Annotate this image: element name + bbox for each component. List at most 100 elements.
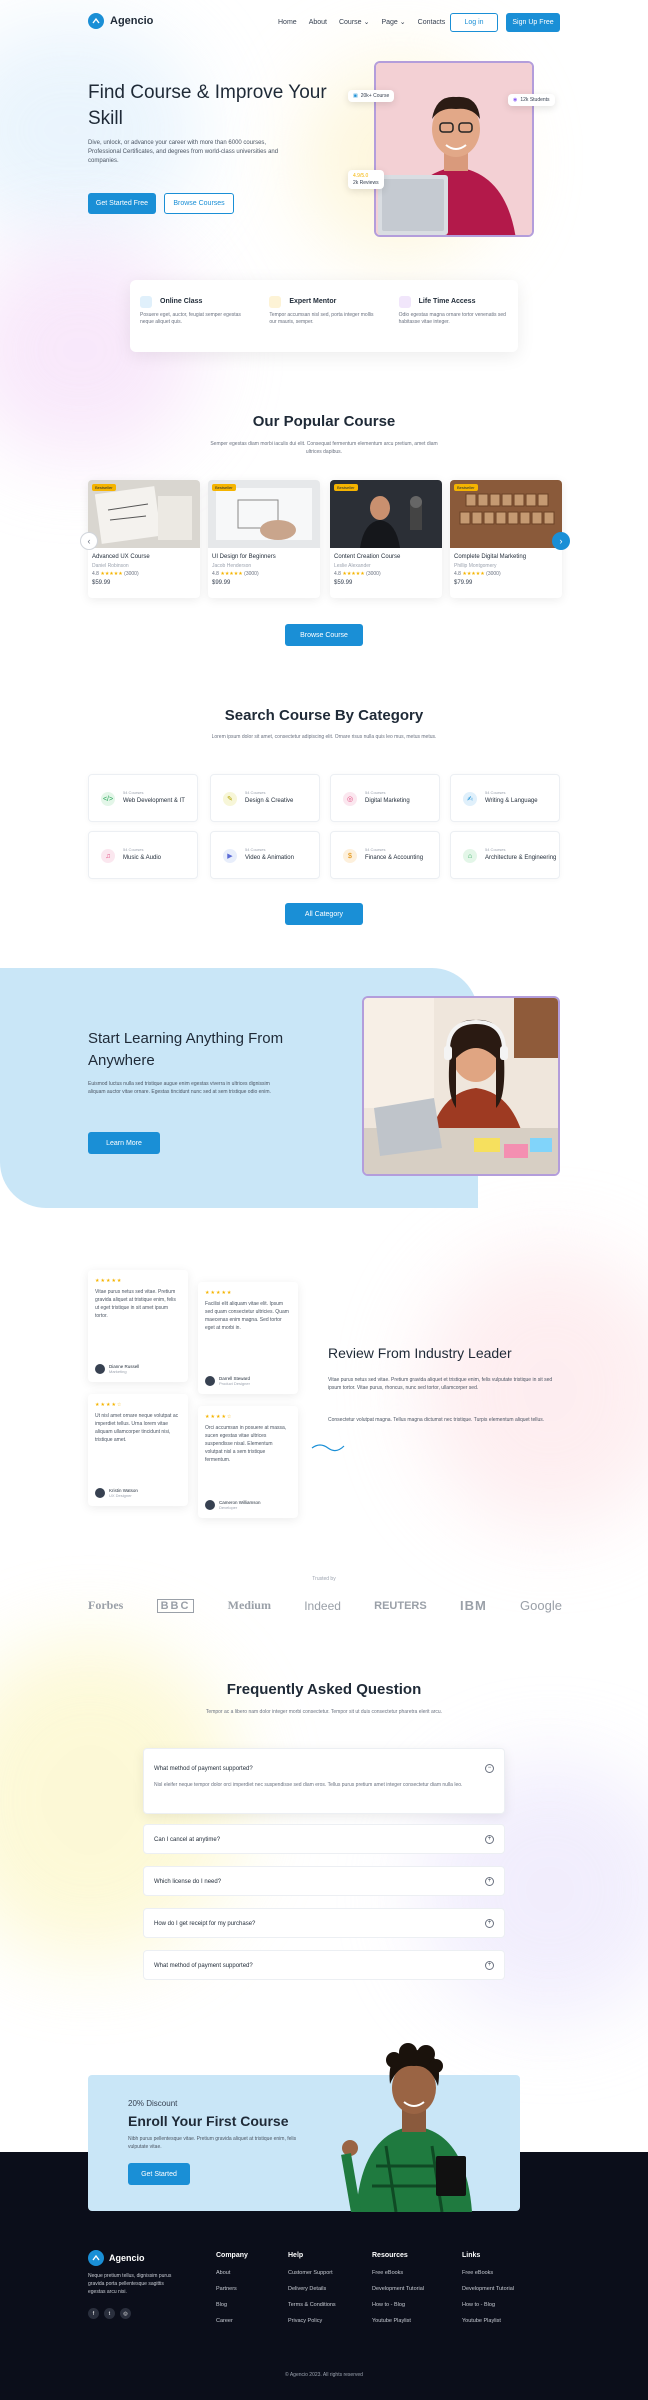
category-card[interactable]: ✍ 54 Courses Writing & Language: [450, 774, 560, 822]
reviews-desc: Vitae purus netus sed vitae. Pretium gra…: [328, 1377, 553, 1391]
nav-link-course[interactable]: Course ⌄: [339, 18, 369, 27]
plus-icon[interactable]: +: [485, 1919, 494, 1928]
learn-more-button[interactable]: Learn More: [88, 1132, 160, 1154]
infinity-icon: [398, 296, 411, 308]
carousel-next-button[interactable]: ›: [552, 532, 570, 550]
features-card: Online Class Posuere eget, auctor, feugi…: [130, 280, 518, 352]
footer-link[interactable]: How to - Blog: [462, 2302, 495, 2308]
category-card[interactable]: ◎ 54 Courses Digital Marketing: [330, 774, 440, 822]
bestseller-badge: Bestseller: [212, 484, 236, 491]
footer-link[interactable]: About: [216, 2270, 230, 2276]
footer-logo[interactable]: Agencio: [88, 2250, 145, 2266]
music-icon: ♫: [101, 849, 115, 863]
faq-item[interactable]: Can I cancel at anytime? +: [143, 1824, 505, 1854]
signup-button[interactable]: Sign Up Free: [506, 13, 560, 32]
footer-link[interactable]: Customer Support: [288, 2270, 333, 2276]
category-count: 54 Courses: [365, 790, 386, 795]
get-started-button[interactable]: Get Started Free: [88, 193, 156, 214]
all-category-button[interactable]: All Category: [285, 903, 363, 925]
footer-link[interactable]: Development Tutorial: [372, 2286, 424, 2292]
category-count: 54 Courses: [365, 847, 386, 852]
nav-link-page[interactable]: Page ⌄: [381, 18, 405, 27]
course-card[interactable]: Bestseller Content Creation Course Lesli…: [330, 480, 442, 598]
footer-link[interactable]: Privacy Policy: [288, 2318, 322, 2324]
footer-link[interactable]: Career: [216, 2318, 233, 2324]
footer-link[interactable]: Blog: [216, 2302, 227, 2308]
footer-link[interactable]: Youtube Playlist: [372, 2318, 411, 2324]
faq-item[interactable]: Which license do I need? +: [143, 1866, 505, 1896]
footer-link[interactable]: Free eBooks: [372, 2270, 403, 2276]
review-card: ★★★★☆ Orci accumsan in posuere at massa,…: [198, 1406, 298, 1518]
category-card[interactable]: $54 Courses Finance & Accounting: [330, 831, 440, 879]
partner-logos: Forbes BBC Medium Indeed REUTERS IBM Goo…: [88, 1598, 562, 1613]
course-rating: 4.8 ★★★★★ (3000): [212, 571, 316, 577]
footer-link[interactable]: Partners: [216, 2286, 237, 2292]
plus-icon[interactable]: +: [485, 1961, 494, 1970]
category-section-title: Search Course By Category: [224, 707, 424, 724]
nav-link-about[interactable]: About: [309, 18, 327, 26]
category-card[interactable]: ▶ 54 Courses Video & Animation: [210, 831, 320, 879]
course-author: Leslie Alexander: [334, 563, 371, 569]
nav-link-home[interactable]: Home: [278, 18, 297, 26]
category-card[interactable]: ⌂ 54 Courses Architecture & Engineering: [450, 831, 560, 879]
course-rating: 4.8 ★★★★★ (3000): [92, 571, 196, 577]
instagram-icon[interactable]: ◎: [120, 2308, 131, 2319]
minus-icon[interactable]: −: [485, 1764, 494, 1773]
reviews-title: Review From Industry Leader: [328, 1345, 512, 1361]
feature-desc: Odio egestas magna ornare tortor venenat…: [398, 312, 506, 325]
browse-course-button[interactable]: Browse Course: [285, 624, 363, 646]
footer-link[interactable]: How to - Blog: [372, 2302, 405, 2308]
login-button[interactable]: Log in: [450, 13, 498, 32]
reviewer-role: Developer: [219, 1505, 238, 1510]
review-count: (3000): [486, 571, 501, 577]
book-icon: ▣: [353, 93, 358, 99]
course-card[interactable]: Bestseller UI Design for Beginners Jacob…: [208, 480, 320, 598]
forbes-logo: Forbes: [88, 1598, 124, 1612]
footer-link[interactable]: Free eBooks: [462, 2270, 493, 2276]
brand-name: Agencio: [110, 15, 154, 27]
ibm-logo: IBM: [459, 1598, 487, 1613]
popular-section-title: Our Popular Course: [252, 413, 396, 430]
student-count-badge: ◉ 12k Students: [508, 94, 555, 106]
course-title: Content Creation Course: [334, 554, 401, 560]
faq-item[interactable]: What method of payment supported? +: [143, 1950, 505, 1980]
course-card[interactable]: Bestseller Advanced UX Course Daniel Rob…: [88, 480, 200, 598]
reviewer: Dianne Russell Marketing: [95, 1364, 139, 1374]
course-price: $79.99: [454, 580, 473, 586]
faq-item[interactable]: How do I get receipt for my purchase? +: [143, 1908, 505, 1938]
star-icon: ★★★★★: [100, 571, 123, 577]
enroll-get-started-button[interactable]: Get Started: [128, 2163, 190, 2185]
category-card[interactable]: ✎ 54 Courses Design & Creative: [210, 774, 320, 822]
feature-lifetime-access: Life Time Access Odio egestas magna orna…: [389, 280, 518, 352]
student-count-text: 12k Students: [520, 97, 550, 103]
plus-icon[interactable]: +: [485, 1877, 494, 1886]
footer-link[interactable]: Terms & Conditions: [288, 2302, 336, 2308]
rating-value: 4.8: [334, 571, 341, 577]
facebook-icon[interactable]: f: [88, 2308, 99, 2319]
twitter-icon[interactable]: t: [104, 2308, 115, 2319]
footer-link[interactable]: Youtube Playlist: [462, 2318, 501, 2324]
course-card[interactable]: Bestseller Complete Digital Marketing Ph…: [450, 480, 562, 598]
review-count: (3000): [124, 571, 139, 577]
social-links: f t ◎: [88, 2308, 131, 2319]
nav-link-contacts[interactable]: Contacts: [418, 18, 446, 26]
category-section-subtitle: Lorem ipsum dolor sit amet, consectetur …: [211, 734, 437, 740]
carousel-prev-button[interactable]: ‹: [80, 532, 98, 550]
category-card[interactable]: ♫ 54 Courses Music & Audio: [88, 831, 198, 879]
review-text: Ut nisl amet ornare neque volutpat ac im…: [95, 1413, 179, 1443]
plus-icon[interactable]: +: [485, 1835, 494, 1844]
indeed-logo: Indeed: [304, 1598, 341, 1613]
category-count: 54 Courses: [123, 847, 144, 852]
footer-link[interactable]: Delivery Details: [288, 2286, 326, 2292]
writing-icon: ✍: [463, 792, 477, 806]
course-author: Phillip Montgomery: [454, 563, 497, 569]
faq-item-open[interactable]: What method of payment supported? − Nisl…: [143, 1748, 505, 1814]
bestseller-badge: Bestseller: [92, 484, 116, 491]
enroll-student-photo: [341, 2043, 472, 2212]
browse-courses-button[interactable]: Browse Courses: [164, 193, 234, 214]
category-card[interactable]: </> 54 Courses Web Development & IT: [88, 774, 198, 822]
rating-value: 4.9/5.0: [353, 173, 369, 179]
footer-col-title: Company: [216, 2252, 248, 2259]
brand-logo[interactable]: Agencio: [88, 13, 153, 29]
footer-link[interactable]: Development Tutorial: [462, 2286, 514, 2292]
